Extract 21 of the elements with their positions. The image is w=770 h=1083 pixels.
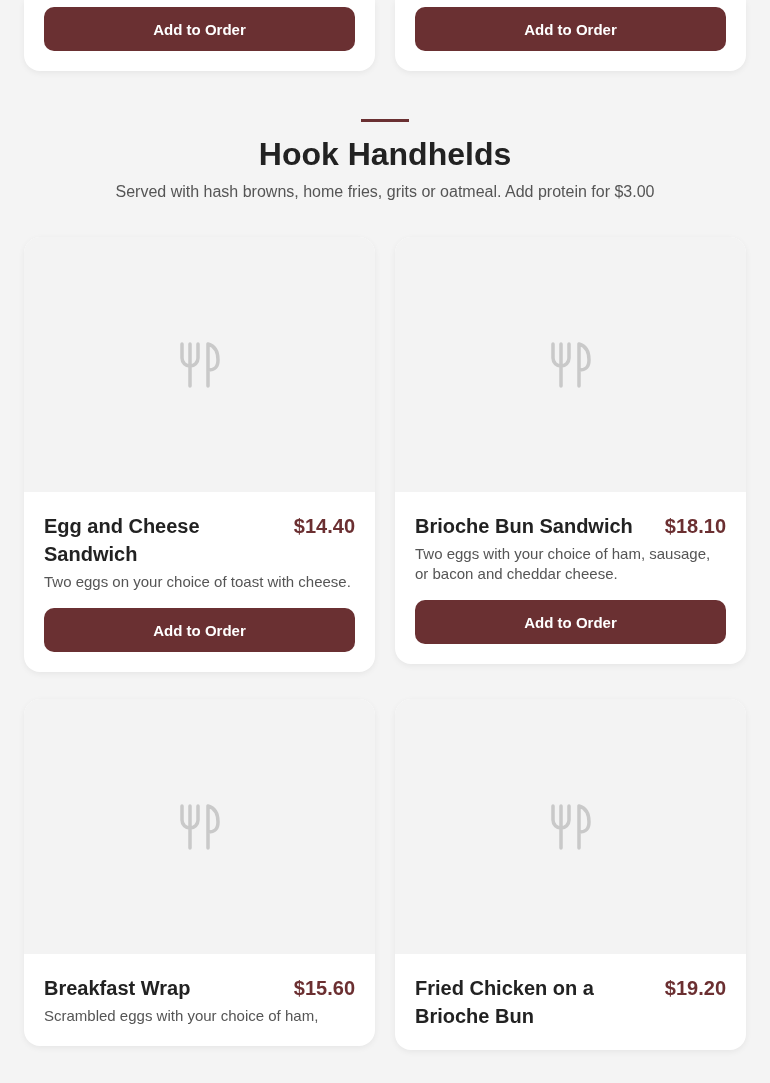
add-to-order-button[interactable]: Add to Order bbox=[44, 608, 355, 652]
item-price: $14.40 bbox=[293, 514, 355, 539]
item-price: $19.20 bbox=[664, 976, 726, 1001]
item-name: Egg and Cheese Sandwich bbox=[44, 514, 201, 567]
fork-and-knife-icon bbox=[178, 341, 221, 388]
fork-and-knife-icon bbox=[178, 803, 221, 850]
item-name: Fried Chicken on a Brioche Bun bbox=[415, 976, 595, 1029]
item-description: Two eggs with your choice of ham, sausage, or bacon and cheddar cheese. bbox=[415, 544, 712, 584]
add-to-order-button[interactable]: Add to Order bbox=[415, 600, 726, 644]
section-subtitle: Served with hash browns, home fries, grits or oatmeal. Add protein for $3.00 bbox=[115, 182, 655, 202]
item-description: Scrambled eggs with your choice of ham, bbox=[44, 1006, 320, 1026]
item-name: Brioche Bun Sandwich bbox=[415, 514, 633, 539]
item-price: $15.60 bbox=[293, 976, 355, 1001]
add-to-order-button[interactable]: Add to Order bbox=[415, 7, 726, 51]
fork-and-knife-icon bbox=[549, 803, 592, 850]
item-description: Two eggs on your choice of toast with cheese. bbox=[44, 572, 352, 592]
section-title: Hook Handhelds bbox=[258, 135, 512, 174]
add-to-order-button[interactable]: Add to Order bbox=[44, 7, 355, 51]
item-price: $18.10 bbox=[664, 514, 726, 539]
fork-and-knife-icon bbox=[549, 341, 592, 388]
item-name: Breakfast Wrap bbox=[44, 976, 191, 1001]
